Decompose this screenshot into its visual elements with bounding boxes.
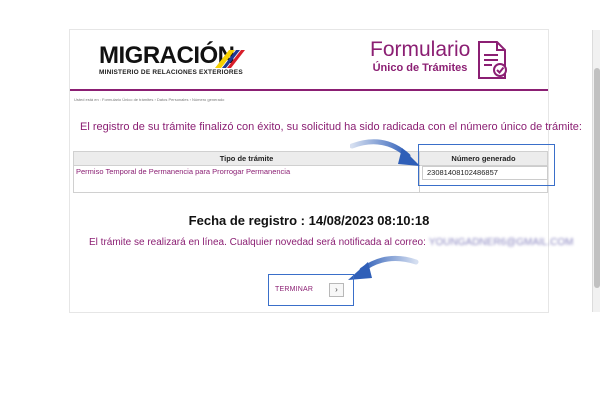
form-title-line2: Único de Trámites <box>372 62 468 74</box>
colombia-flag-icon <box>215 50 245 68</box>
number-highlight-box <box>418 144 555 186</box>
form-content: MIGRACIÓN MINISTERIO DE RELACIONES EXTER… <box>70 30 582 312</box>
terminar-button[interactable]: TERMINAR › <box>268 274 354 306</box>
cell-tipo-tramite: Permiso Temporal de Permanencia para Pro… <box>76 167 291 176</box>
migracion-logo: MIGRACIÓN MINISTERIO DE RELACIONES EXTER… <box>95 42 265 82</box>
registration-date: Fecha de registro : 14/08/2023 08:10:18 <box>70 213 548 228</box>
form-title: Formulario Único de Trámites <box>370 38 470 75</box>
document-check-icon <box>478 41 507 79</box>
form-title-line1: Formulario <box>370 38 471 61</box>
online-notice: El trámite se realizará en línea. Cualqu… <box>89 237 573 248</box>
terminar-label: TERMINAR <box>275 286 314 293</box>
chevron-right-icon: › <box>329 283 344 297</box>
online-notice-text: El trámite se realizará en línea. Cualqu… <box>89 237 426 248</box>
email-value: YOUNGADNER6@GMAIL.COM <box>428 237 574 248</box>
header-divider <box>70 89 548 91</box>
breadcrumb: Usted está en : Formulario Único de trám… <box>74 97 225 102</box>
scrollbar[interactable] <box>592 30 600 312</box>
date-label: Fecha de registro : <box>188 213 305 228</box>
pointer-arrow-icon <box>350 139 420 166</box>
logo-subtitle: MINISTERIO DE RELACIONES EXTERIORES <box>99 69 243 76</box>
scrollbar-thumb[interactable] <box>594 68 600 288</box>
date-value: 14/08/2023 08:10:18 <box>308 213 430 228</box>
success-message: El registro de su trámite finalizó con é… <box>80 121 582 133</box>
header: MIGRACIÓN MINISTERIO DE RELACIONES EXTER… <box>70 30 548 91</box>
